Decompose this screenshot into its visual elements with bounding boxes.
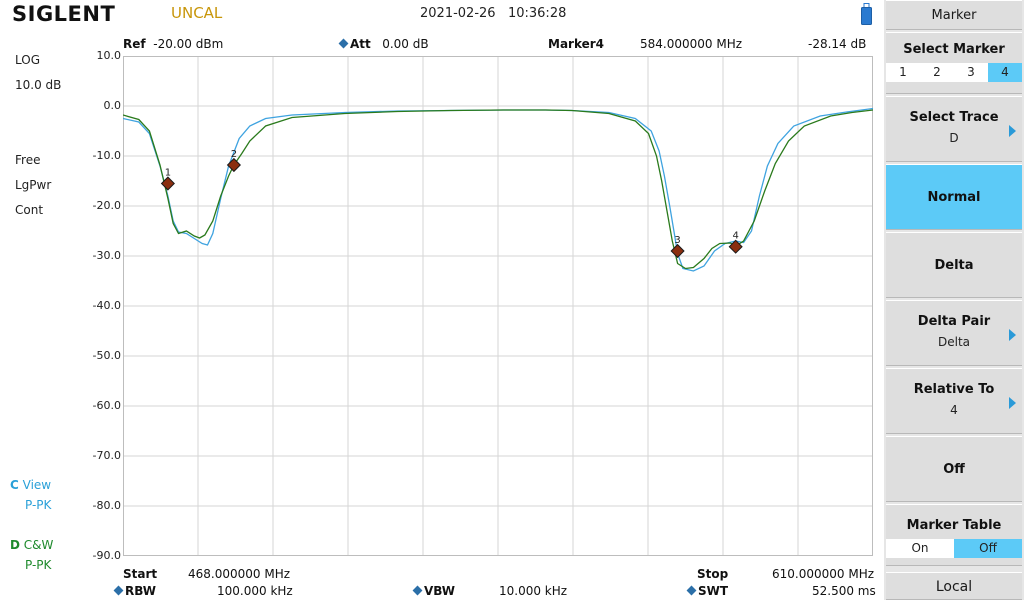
swt-label: SWT	[698, 584, 729, 598]
vbw-value: 10.000 kHz	[499, 584, 568, 598]
delta-pair-label: Delta Pair	[917, 314, 991, 329]
stop-label: Stop	[697, 567, 729, 581]
y-tick-label: -20.0	[92, 199, 121, 212]
plot-grid	[123, 56, 873, 556]
y-tick-label: -90.0	[92, 549, 121, 562]
y-tick-label: -10.0	[92, 149, 121, 162]
trace-c-letter: C	[10, 478, 19, 492]
trace-c-mode: View	[22, 478, 52, 492]
date-time: 2021-02-26 10:36:28	[420, 6, 566, 21]
y-tick-label: -40.0	[92, 299, 121, 312]
y-tick-label: -70.0	[92, 449, 121, 462]
top-bar: SIGLENT UNCAL 2021-02-26 10:36:28	[0, 0, 884, 30]
marker-layer: 1 2 3 4	[160, 149, 743, 259]
trace-c-status[interactable]: C View	[10, 478, 51, 492]
stop-frequency[interactable]: 610.000000 MHz	[772, 567, 874, 581]
delta-key[interactable]: Delta	[886, 232, 1022, 298]
y-tick-label: -80.0	[92, 499, 121, 512]
marker-option-1[interactable]: 1	[886, 63, 920, 82]
swt-value: 52.500 ms	[812, 584, 876, 598]
delta-pair-value: Delta	[937, 335, 970, 349]
marker-table-option-off[interactable]: Off	[954, 539, 1022, 558]
select-trace-value: D	[949, 131, 959, 145]
detector-type: LgPwr	[15, 178, 52, 192]
y-tick-label: -60.0	[92, 399, 121, 412]
select-trace-key[interactable]: Select Trace D	[886, 96, 1022, 162]
marker-2-label: 2	[231, 149, 237, 160]
diamond-icon	[338, 38, 349, 49]
marker-option-3[interactable]: 3	[954, 63, 988, 82]
local-key[interactable]: Local	[886, 572, 1022, 600]
spectrum-plot[interactable]: 1 2 3 4	[123, 56, 873, 556]
diamond-icon	[412, 585, 423, 596]
brand-logo: SIGLENT	[12, 2, 116, 26]
time: 10:36:28	[507, 6, 567, 21]
ref-value: -20.00 dBm	[153, 37, 224, 51]
select-marker-label: Select Marker	[903, 42, 1005, 57]
y-tick-label: 0.0	[103, 99, 122, 112]
diamond-icon	[686, 585, 697, 596]
marker-option-4[interactable]: 4	[988, 63, 1022, 82]
swt-readout[interactable]: SWT	[686, 584, 729, 598]
off-label: Off	[943, 462, 965, 477]
usb-storage-icon	[861, 3, 872, 25]
marker-frequency: 584.000000 MHz	[640, 37, 743, 51]
marker-table-option-on[interactable]: On	[886, 539, 954, 558]
scale-division[interactable]: 10.0 dB	[15, 78, 61, 92]
normal-key[interactable]: Normal	[886, 164, 1022, 230]
select-trace-label: Select Trace	[909, 110, 999, 125]
attenuation-readout[interactable]: Att 0.00 dB	[338, 37, 429, 51]
start-label: Start	[123, 567, 158, 581]
delta-label: Delta	[934, 258, 974, 273]
normal-label: Normal	[927, 190, 981, 205]
marker-table-label: Marker Table	[906, 518, 1002, 533]
relative-to-label: Relative To	[913, 382, 995, 397]
marker-table-toggle[interactable]: On Off	[886, 539, 1022, 558]
uncal-indicator: UNCAL	[171, 4, 223, 22]
vbw-label: VBW	[424, 584, 456, 598]
marker-4-label: 4	[732, 231, 738, 242]
arrow-right-icon	[1009, 125, 1016, 137]
arrow-right-icon	[1009, 329, 1016, 341]
softkey-panel: Marker Select Marker 1234 Select Trace D…	[884, 0, 1024, 600]
relative-to-key[interactable]: Relative To 4	[886, 368, 1022, 434]
y-tick-label: -50.0	[92, 349, 121, 362]
delta-pair-key[interactable]: Delta Pair Delta	[886, 300, 1022, 366]
arrow-right-icon	[1009, 397, 1016, 409]
marker-off-key[interactable]: Off	[886, 436, 1022, 502]
rbw-label: RBW	[125, 584, 156, 598]
att-value: 0.00 dB	[382, 37, 429, 51]
y-tick-label: -30.0	[92, 249, 121, 262]
menu-title: Marker	[886, 0, 1022, 30]
start-frequency[interactable]: 468.000000 MHz	[188, 567, 290, 581]
select-marker-key[interactable]: Select Marker 1234	[886, 32, 1022, 94]
rbw-value: 100.000 kHz	[217, 584, 293, 598]
date: 2021-02-26	[420, 6, 496, 21]
marker-1-label: 1	[165, 168, 171, 179]
marker-table-key[interactable]: Marker Table On Off	[886, 504, 1022, 566]
y-tick-label: 10.0	[96, 49, 122, 62]
vbw-readout[interactable]: VBW	[412, 584, 456, 598]
att-label: Att	[350, 37, 371, 51]
marker-option-2[interactable]: 2	[920, 63, 954, 82]
ref-label: Ref	[123, 37, 146, 51]
ref-level-readout[interactable]: Ref -20.00 dBm	[123, 37, 223, 51]
rbw-readout[interactable]: RBW	[113, 584, 156, 598]
marker-level: -28.14 dB	[808, 37, 867, 51]
marker-name: Marker4	[548, 37, 605, 51]
diamond-icon	[113, 585, 124, 596]
marker-2[interactable]	[226, 157, 241, 173]
marker-3-label: 3	[674, 235, 680, 246]
relative-to-value: 4	[950, 403, 958, 417]
marker-selector[interactable]: 1234	[886, 63, 1022, 82]
